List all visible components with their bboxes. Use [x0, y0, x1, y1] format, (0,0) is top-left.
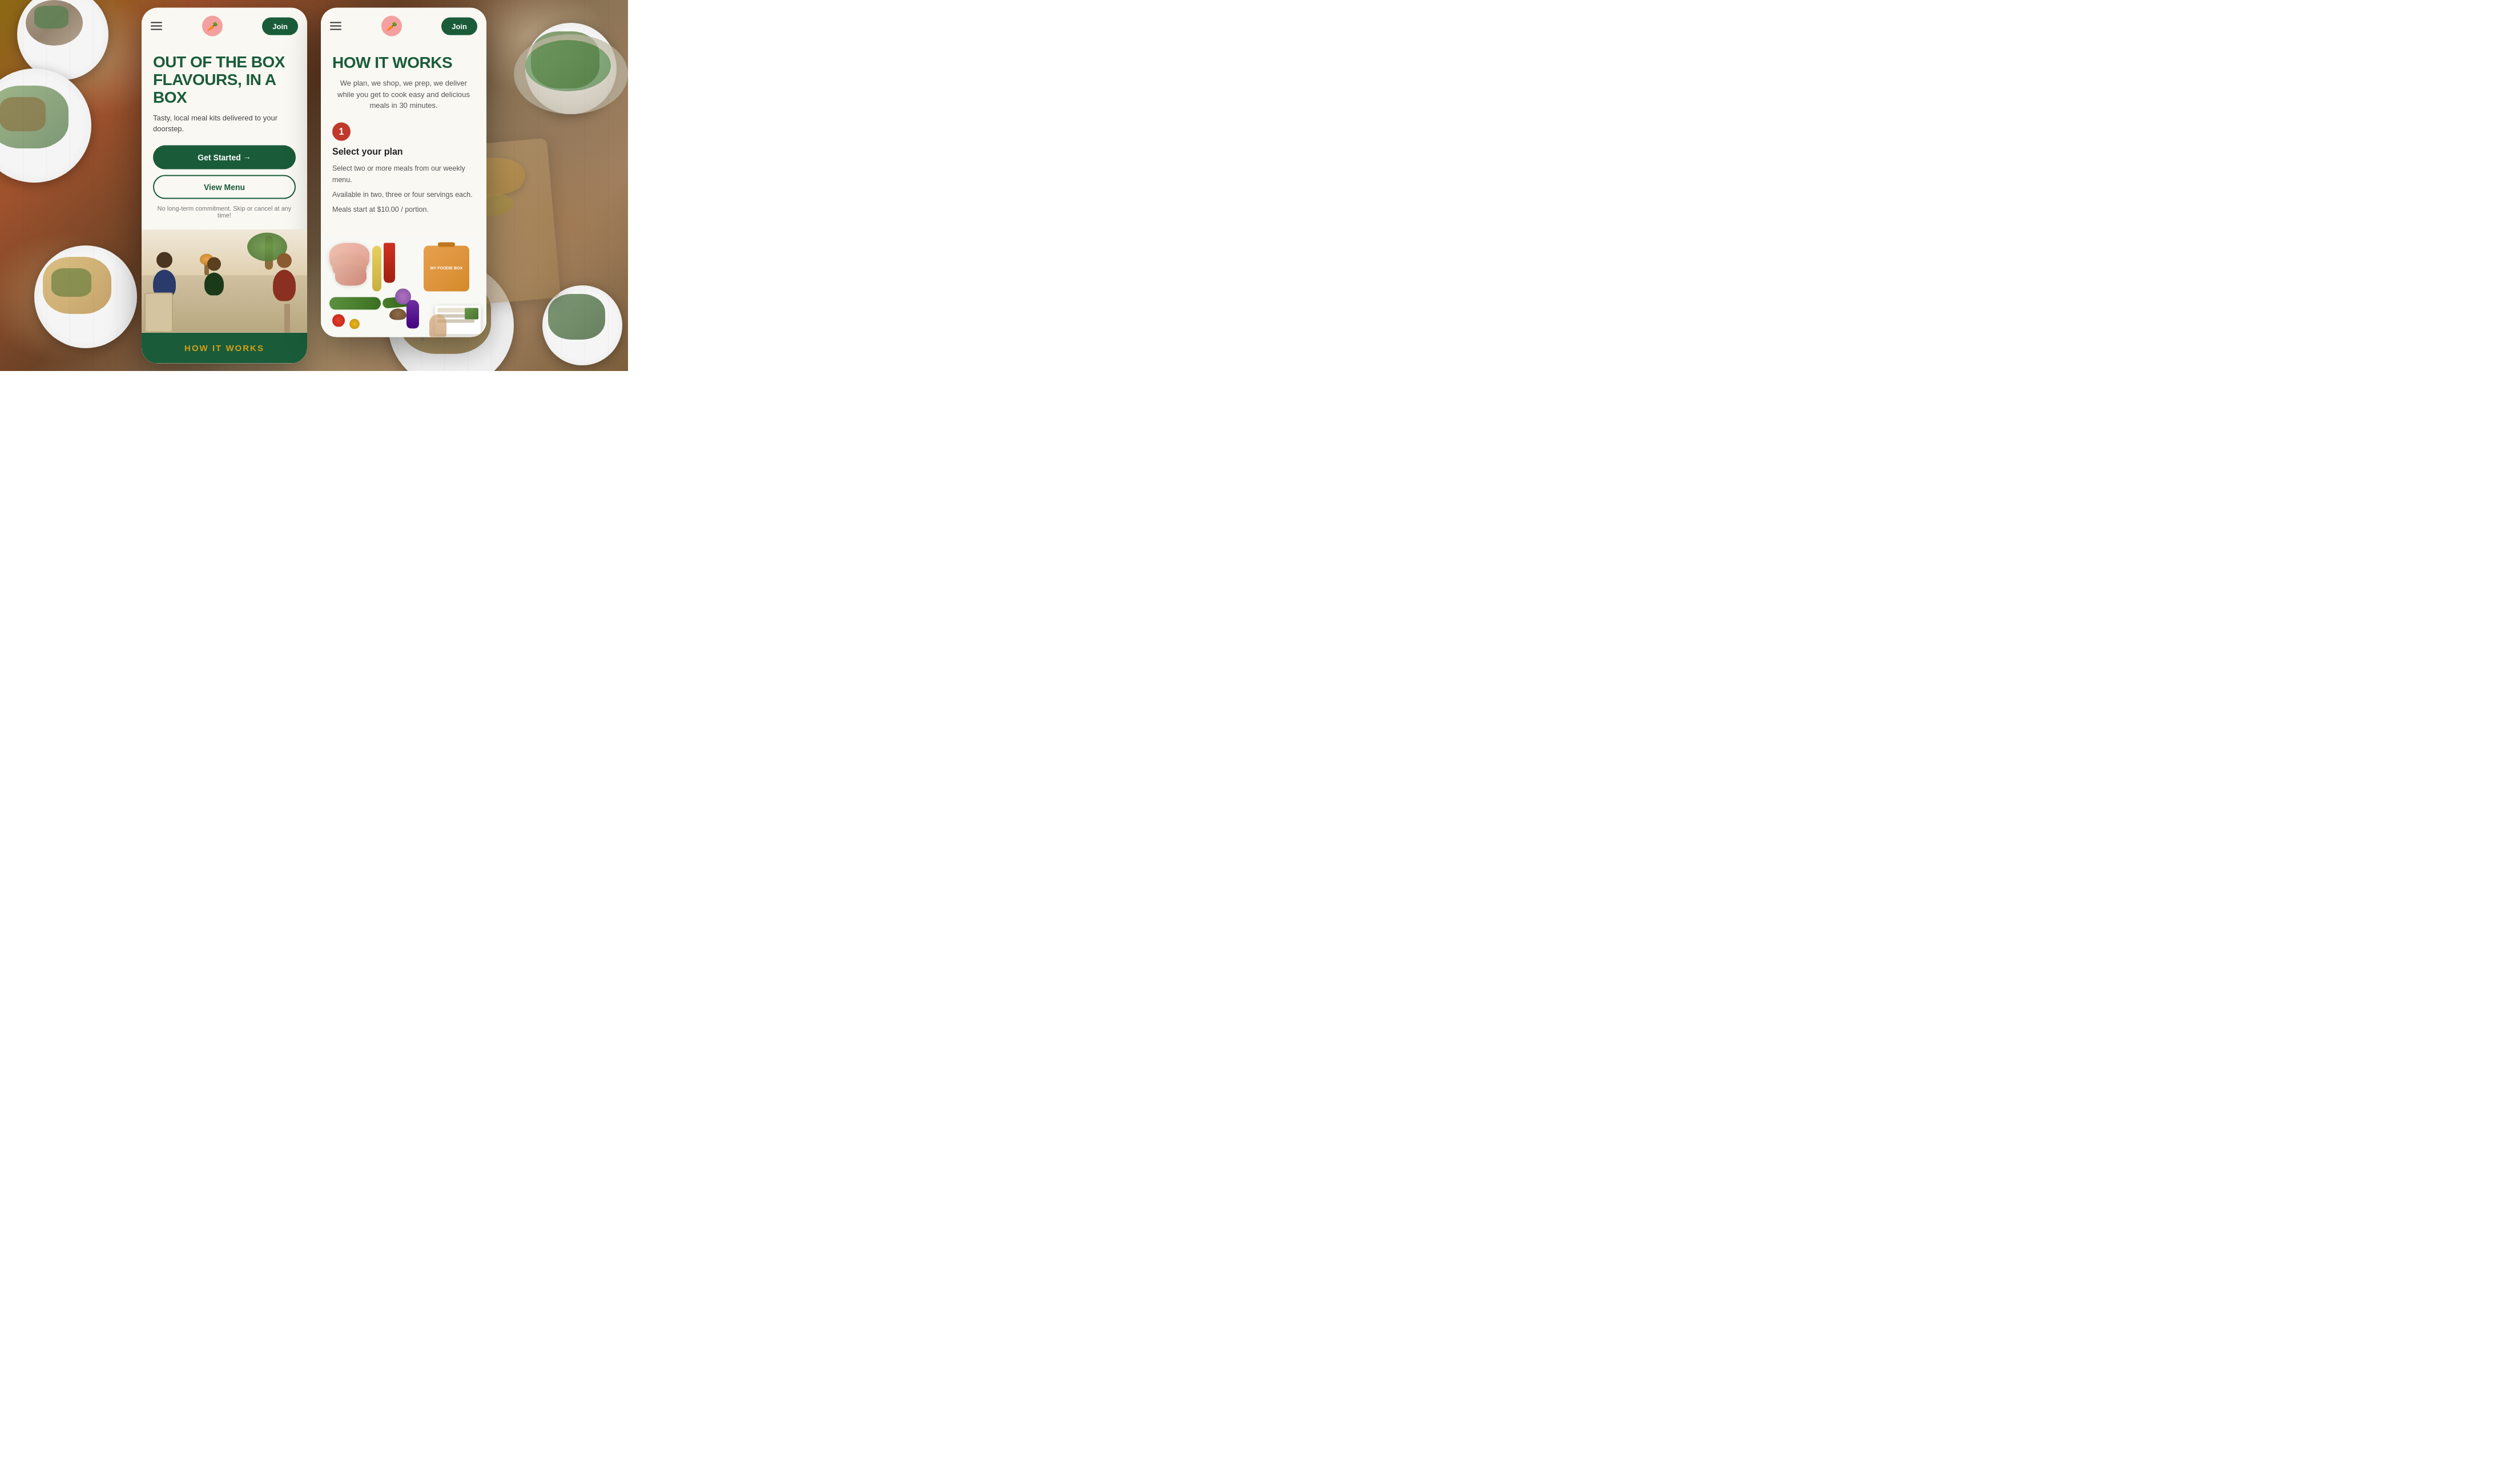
- carrot-icon-hiw: 🥕: [386, 21, 397, 31]
- decorative-plate: [0, 68, 91, 183]
- step-title: Select your plan: [332, 146, 475, 156]
- person-3: [273, 253, 296, 301]
- family-image: [142, 229, 307, 332]
- food-item-eggplant: [406, 300, 419, 328]
- hamburger-menu-hiw[interactable]: [330, 22, 341, 30]
- how-it-works-footer[interactable]: HOW IT WORKS: [142, 332, 307, 363]
- phone-card-home: 🥕 Join OUT OF THE BOX FLAVOURS, IN A BOX…: [142, 8, 307, 364]
- box-label: MY FOODIE BOX: [430, 266, 462, 271]
- food-item-mushroom: [389, 308, 406, 320]
- hamburger-line: [151, 26, 162, 27]
- person-2: [204, 257, 224, 295]
- nav-bar-home: 🥕 Join: [142, 8, 307, 45]
- how-it-works-section: HOW IT WORKS We plan, we shop, we prep, …: [321, 45, 486, 228]
- food-item-pepper: [384, 243, 395, 283]
- hero-title: OUT OF THE BOX FLAVOURS, IN A BOX: [153, 54, 296, 106]
- logo: 🥕: [202, 16, 223, 37]
- hamburger-line: [330, 22, 341, 23]
- logo-hiw: 🥕: [381, 16, 402, 37]
- phone-card-how-it-works: 🥕 Join HOW IT WORKS We plan, we shop, we…: [321, 8, 486, 337]
- product-image: MY FOODIE BOX: [321, 234, 486, 337]
- bowl-decoration: [514, 34, 628, 114]
- how-it-works-footer-text: HOW IT WORKS: [184, 342, 264, 352]
- cards-container: 🥕 Join OUT OF THE BOX FLAVOURS, IN A BOX…: [142, 8, 486, 364]
- step-desc-3: Meals start at $10.00 / portion.: [332, 203, 475, 215]
- carrot-icon: 🥕: [207, 21, 218, 31]
- hero-section: OUT OF THE BOX FLAVOURS, IN A BOX Tasty,…: [142, 45, 307, 230]
- get-started-button[interactable]: Get Started →: [153, 145, 296, 169]
- food-item-tomato-1: [332, 314, 345, 326]
- commitment-text: No long-term commitment. Skip or cancel …: [153, 204, 296, 218]
- join-button[interactable]: Join: [262, 17, 298, 35]
- hamburger-menu[interactable]: [151, 22, 162, 30]
- how-it-works-description: We plan, we shop, we prep, we deliver wh…: [332, 78, 475, 111]
- food-item-tomato-yellow: [349, 318, 360, 329]
- join-button-hiw[interactable]: Join: [441, 17, 477, 35]
- step-desc-2: Available in two, three or four servings…: [332, 188, 475, 200]
- delivery-box: MY FOODIE BOX: [424, 245, 469, 291]
- hamburger-line: [151, 22, 162, 23]
- food-item-pasta: [372, 245, 381, 291]
- decorative-plate: [34, 245, 137, 348]
- hero-subtitle: Tasty, local meal kits delivered to your…: [153, 113, 296, 134]
- hamburger-line: [330, 26, 341, 27]
- step-desc-1: Select two or more meals from our weekly…: [332, 162, 475, 185]
- hand-decoration: [429, 314, 446, 337]
- nav-bar-hiw: 🥕 Join: [321, 8, 486, 45]
- step-number: 1: [332, 122, 351, 140]
- hamburger-line: [330, 29, 341, 30]
- decorative-plate: [525, 23, 617, 114]
- decorative-plate: [17, 0, 108, 80]
- decorative-plate: [542, 285, 622, 365]
- food-item-protein-3: [335, 265, 367, 285]
- food-item-zucchini: [329, 297, 381, 309]
- person-1: [153, 252, 176, 298]
- view-menu-button[interactable]: View Menu: [153, 175, 296, 199]
- hamburger-line: [151, 29, 162, 30]
- how-it-works-title: HOW IT WORKS: [332, 54, 475, 72]
